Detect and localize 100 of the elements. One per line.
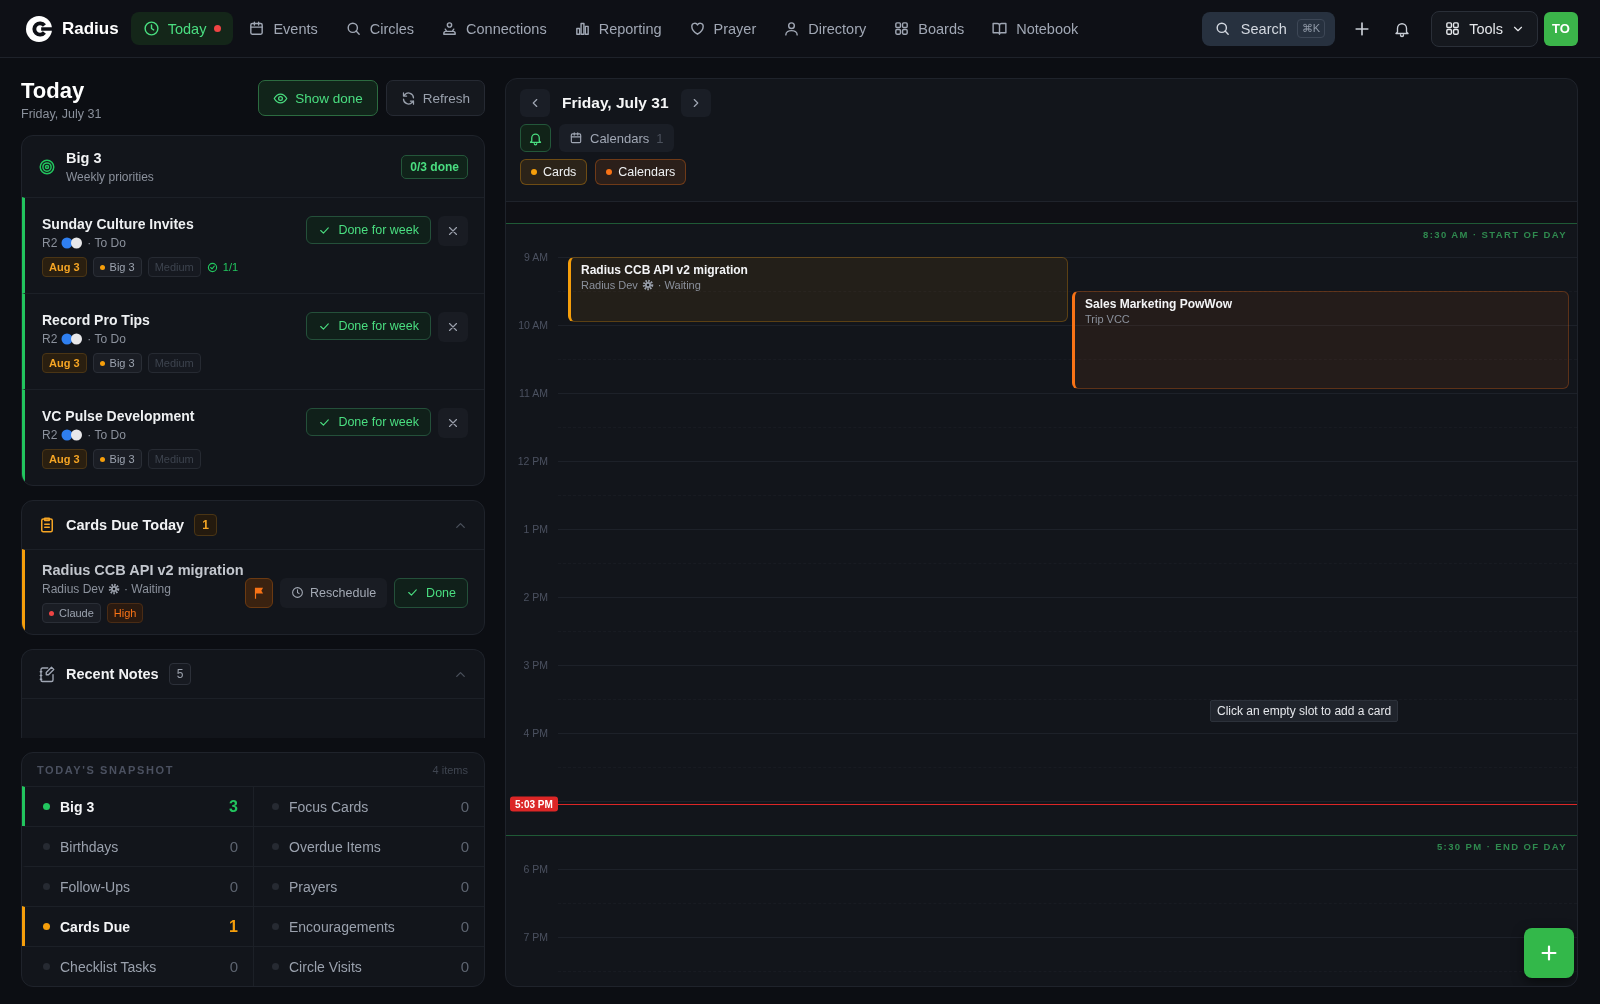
count-badge: 5: [168, 663, 192, 685]
task-status: · To Do: [87, 332, 126, 346]
snapshot-item[interactable]: Birthdays 0: [22, 826, 253, 866]
priority-tag: High: [106, 603, 144, 623]
status-dot: [272, 803, 279, 810]
clock-icon: [291, 586, 305, 599]
nav-item[interactable]: Boards: [881, 12, 977, 45]
check-icon: [406, 586, 420, 599]
done-for-week-button[interactable]: Done for week: [306, 408, 431, 436]
person-icon: [783, 20, 801, 37]
done-button[interactable]: Done: [394, 577, 468, 608]
current-time-badge: 5:03 PM: [510, 796, 558, 812]
nav-item[interactable]: Events: [236, 12, 330, 45]
flag-button[interactable]: [245, 577, 274, 608]
status-dot: [272, 963, 279, 970]
nav-item[interactable]: Notebook: [979, 12, 1091, 45]
refresh-icon: [400, 90, 416, 106]
card-title: Recent Notes: [66, 666, 159, 682]
status-dot: [272, 843, 279, 850]
end-of-day-label: 5:30 PM · END OF DAY: [1436, 841, 1567, 852]
label-tag: Big 3: [92, 257, 142, 277]
done-for-week-button[interactable]: Done for week: [306, 216, 431, 244]
nav-item[interactable]: Directory: [771, 12, 879, 45]
card-item-title[interactable]: Radius CCB API v2 migration: [42, 562, 246, 578]
project-name: R2: [42, 428, 58, 442]
check-circle-icon: [206, 261, 218, 273]
snapshot-item[interactable]: Big 3 3: [22, 786, 253, 826]
filter-chip[interactable]: Cards: [520, 159, 588, 185]
calendar-event[interactable]: Radius CCB API v2 migration Radius Dev · Waiting: [568, 257, 1068, 322]
bar-chart-icon: [573, 20, 591, 37]
tools-menu-button[interactable]: Tools: [1431, 10, 1538, 47]
snapshot-item[interactable]: Focus Cards 0: [253, 786, 484, 826]
search-button[interactable]: Search ⌘K: [1201, 11, 1336, 46]
circles-icon: [61, 429, 84, 441]
hour-label: 4 PM: [522, 727, 548, 739]
card-subtitle: Weekly priorities: [66, 170, 154, 184]
hour-label: 2 PM: [522, 591, 548, 603]
checklist-count: 1/1: [206, 261, 239, 273]
snapshot-item[interactable]: Follow-Ups 0: [22, 866, 253, 906]
task-status: · To Do: [87, 428, 126, 442]
bell-icon: [528, 130, 543, 146]
refresh-button[interactable]: Refresh: [385, 80, 485, 116]
project-name: R2: [42, 236, 58, 250]
event-project: Radius Dev: [581, 279, 638, 291]
nav-item[interactable]: Reporting: [561, 12, 674, 45]
clipboard-icon: [38, 516, 56, 534]
add-card-button[interactable]: [1524, 928, 1574, 978]
done-for-week-button[interactable]: Done for week: [306, 312, 431, 340]
grid-icon: [1444, 20, 1462, 37]
status-dot: [43, 843, 50, 850]
hour-label: 6 PM: [522, 863, 548, 875]
status-dot: [272, 923, 279, 930]
hour-label: 9 AM: [523, 251, 548, 263]
nav-item[interactable]: Connections: [429, 12, 559, 45]
snapshot-item[interactable]: Overdue Items 0: [253, 826, 484, 866]
status-dot: [43, 883, 50, 890]
nav-item[interactable]: Circles: [332, 12, 427, 45]
snapshot-item[interactable]: Cards Due 1: [22, 906, 253, 946]
event-title: Sales Marketing PowWow: [1085, 297, 1234, 311]
nav-item[interactable]: Prayer: [676, 12, 769, 45]
calendar-icon: [569, 131, 583, 145]
due-date-tag: Aug 3: [42, 449, 87, 469]
label-tag: Claude: [42, 603, 101, 623]
snapshot-item[interactable]: Checklist Tasks 0: [22, 946, 253, 986]
eye-icon: [273, 90, 289, 106]
snapshot-title: TODAY'S SNAPSHOT: [37, 764, 175, 776]
label-tag: Big 3: [92, 353, 142, 373]
book-icon: [991, 20, 1009, 37]
page-date: Friday, July 31: [21, 107, 102, 121]
snapshot-item[interactable]: Circle Visits 0: [253, 946, 484, 986]
nav-item[interactable]: Today: [130, 12, 234, 45]
start-of-day-label: 8:30 AM · START OF DAY: [1423, 229, 1567, 240]
snapshot-item[interactable]: Prayers 0: [253, 866, 484, 906]
event-status: · Waiting: [657, 279, 701, 291]
reschedule-button[interactable]: Reschedule: [280, 577, 388, 608]
people-icon: [441, 20, 459, 37]
hour-label: 10 AM: [517, 319, 548, 331]
calendar-icon: [248, 20, 266, 37]
hour-label: 3 PM: [522, 659, 548, 671]
gear-icon: [108, 583, 121, 595]
circles-icon: [61, 333, 84, 345]
task-title[interactable]: Record Pro Tips: [42, 312, 307, 328]
label-tag: Big 3: [92, 449, 142, 469]
project-name: R2: [42, 332, 58, 346]
event-title: Radius CCB API v2 migration: [581, 263, 749, 277]
card-title: Big 3: [66, 150, 103, 166]
clock-icon: [142, 20, 160, 37]
snapshot-item[interactable]: Encouragements 0: [253, 906, 484, 946]
show-done-button[interactable]: Show done: [258, 80, 378, 116]
shortcut-hint: ⌘K: [1296, 19, 1326, 38]
hour-label: 7 PM: [522, 931, 548, 943]
calendar-event[interactable]: Sales Marketing PowWow Trip VCC: [1072, 291, 1569, 389]
task-title[interactable]: VC Pulse Development: [42, 408, 307, 424]
calendar-date: Friday, July 31: [562, 94, 669, 112]
count-badge: 1: [194, 514, 217, 536]
reminders-button[interactable]: [520, 124, 551, 152]
task-title[interactable]: Sunday Culture Invites: [42, 216, 307, 232]
logo-icon: [26, 15, 52, 42]
close-icon: [446, 224, 460, 238]
filter-chip[interactable]: Calendars: [595, 159, 687, 185]
